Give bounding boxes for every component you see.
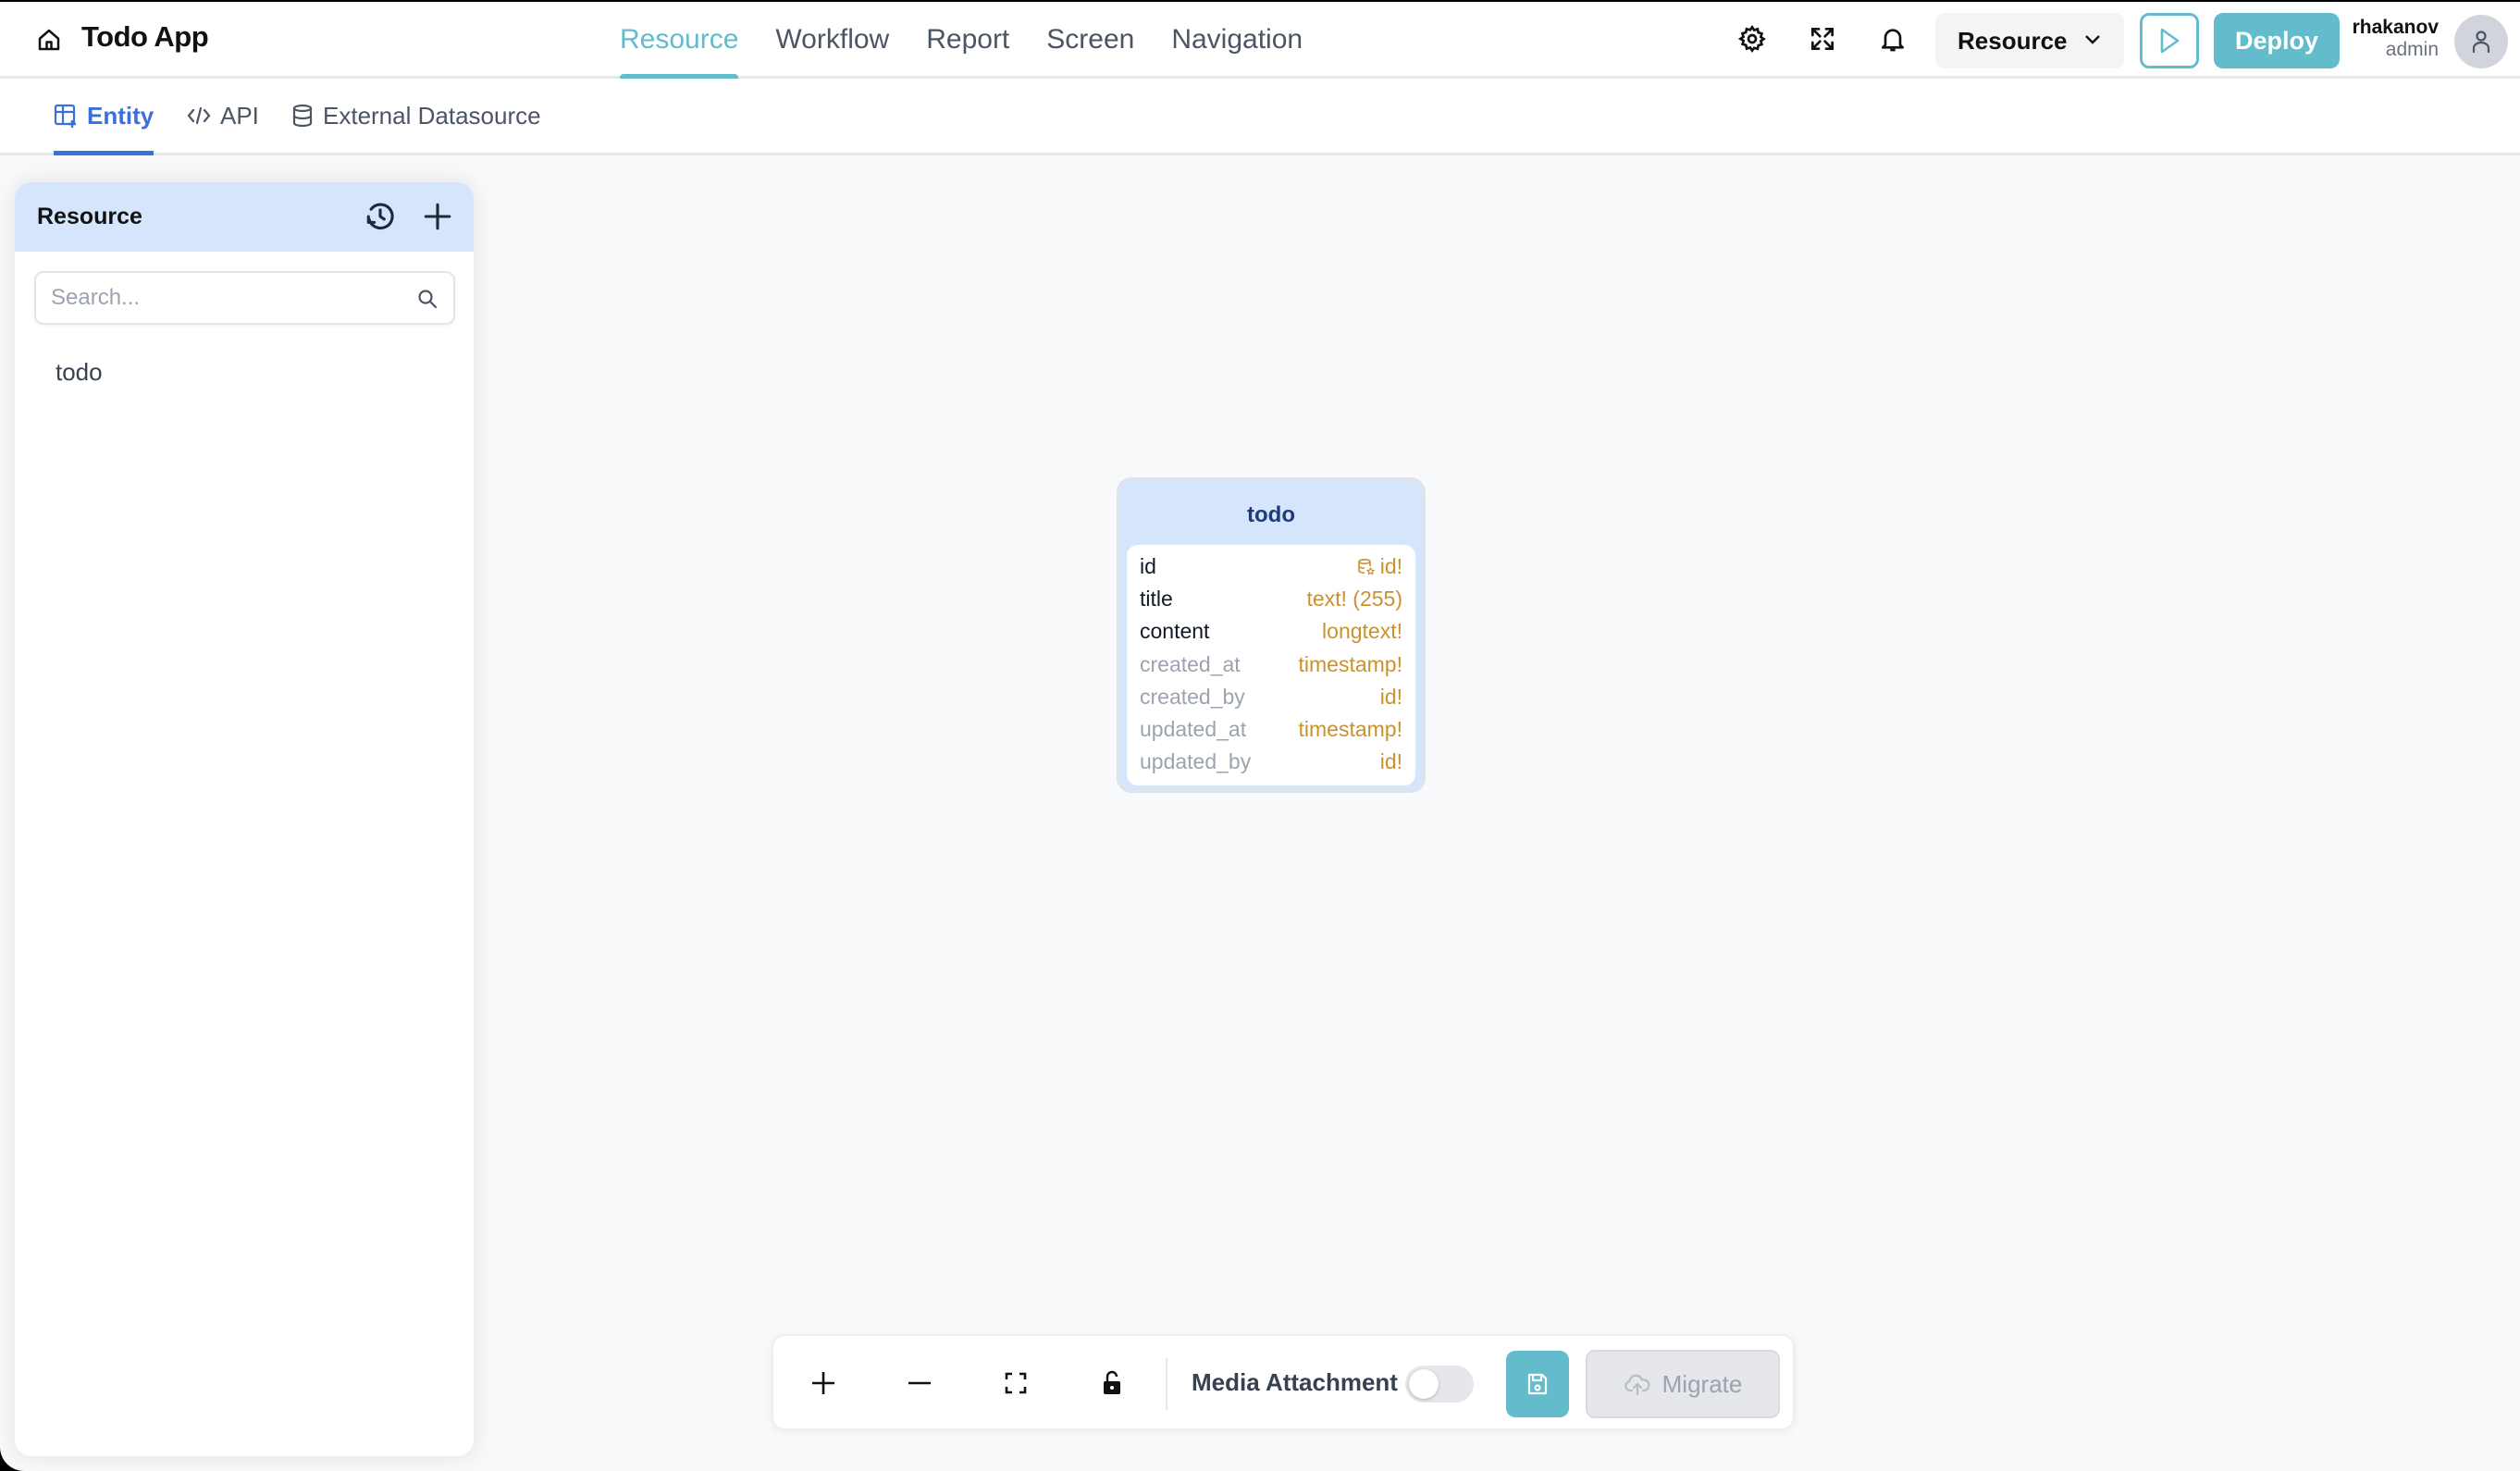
- resource-select[interactable]: Resource: [1935, 13, 2124, 68]
- minus-icon: [908, 1381, 931, 1385]
- nav-navigation[interactable]: Navigation: [1171, 2, 1303, 79]
- field-type: id!: [1379, 554, 1402, 579]
- run-button[interactable]: [2140, 13, 2199, 68]
- field-type: longtext!: [1322, 619, 1402, 644]
- resource-select-value: Resource: [1958, 26, 2068, 55]
- primary-key-icon: [1357, 558, 1376, 575]
- zoom-out-button[interactable]: [903, 1366, 936, 1400]
- gear-icon[interactable]: [1737, 24, 1767, 54]
- fit-view-icon: [1005, 1372, 1027, 1394]
- field-name: content: [1140, 619, 1210, 644]
- fit-view-button[interactable]: [999, 1366, 1032, 1400]
- cloud-upload-icon: [1624, 1374, 1650, 1396]
- sidebar-header: Resource: [15, 182, 474, 252]
- search-icon[interactable]: [416, 288, 439, 310]
- zoom-in-button[interactable]: [807, 1366, 840, 1400]
- field-type: id!: [1379, 749, 1402, 774]
- entity-field[interactable]: title text! (255): [1140, 583, 1402, 615]
- lock-button[interactable]: [1095, 1366, 1129, 1400]
- field-name: title: [1140, 587, 1173, 612]
- resource-sidebar: Resource todo: [15, 182, 474, 1456]
- home-icon[interactable]: [35, 26, 63, 54]
- field-type: id!: [1379, 684, 1402, 709]
- search-input[interactable]: [36, 273, 388, 323]
- app-window: Todo App Resource Workflow Report Screen…: [0, 2, 2520, 1471]
- bell-icon[interactable]: [1878, 24, 1908, 54]
- add-icon[interactable]: [422, 201, 453, 232]
- toggle-knob: [1409, 1369, 1439, 1399]
- user-icon: [2472, 31, 2490, 54]
- app-title: Todo App: [81, 20, 209, 53]
- canvas-toolbar: Media Attachment Migrate: [772, 1334, 1795, 1430]
- media-attachment-label: Media Attachment: [1192, 1368, 1398, 1396]
- deploy-button[interactable]: Deploy: [2214, 13, 2340, 68]
- entity-field[interactable]: id id!: [1140, 550, 1402, 583]
- tab-external-datasource-label: External Datasource: [323, 101, 541, 130]
- entity-card-todo[interactable]: todo id id! title text! (255) content lo…: [1117, 477, 1426, 793]
- avatar[interactable]: [2454, 15, 2508, 68]
- sidebar-title: Resource: [37, 204, 142, 229]
- save-icon: [1527, 1373, 1548, 1395]
- field-name: created_at: [1140, 651, 1241, 676]
- table-plus-icon: [54, 104, 76, 128]
- database-icon: [292, 104, 313, 128]
- field-name: updated_at: [1140, 717, 1247, 742]
- history-icon[interactable]: [364, 201, 396, 232]
- tab-api[interactable]: API: [187, 79, 259, 153]
- unlock-icon: [1104, 1370, 1120, 1394]
- entity-title: todo: [1247, 502, 1295, 527]
- tab-entity[interactable]: Entity: [54, 79, 154, 155]
- entity-field[interactable]: updated_by id!: [1140, 746, 1402, 778]
- field-name: updated_by: [1140, 749, 1252, 774]
- user-role: admin: [2385, 39, 2439, 60]
- expand-icon[interactable]: [1808, 24, 1837, 54]
- entity-fields: id id! title text! (255) content longtex…: [1127, 545, 1415, 785]
- entity-field[interactable]: updated_at timestamp!: [1140, 713, 1402, 746]
- code-icon: [187, 106, 211, 125]
- sub-tabs: Entity API External Datasource: [0, 79, 2520, 155]
- sidebar-item-todo[interactable]: todo: [56, 358, 103, 387]
- main-nav: Resource Workflow Report Screen Navigati…: [620, 2, 1340, 81]
- user-name: rhakanov: [2352, 17, 2439, 38]
- nav-report[interactable]: Report: [926, 2, 1009, 79]
- field-type: timestamp!: [1298, 651, 1402, 676]
- migrate-button[interactable]: Migrate: [1586, 1350, 1780, 1418]
- tab-entity-label: Entity: [87, 101, 154, 130]
- nav-screen[interactable]: Screen: [1046, 2, 1134, 79]
- nav-resource[interactable]: Resource: [620, 2, 739, 81]
- field-name: id: [1140, 554, 1156, 579]
- entity-field[interactable]: created_by id!: [1140, 681, 1402, 713]
- field-name: created_by: [1140, 684, 1245, 709]
- tab-external-datasource[interactable]: External Datasource: [291, 79, 541, 153]
- media-attachment-toggle[interactable]: [1405, 1366, 1474, 1403]
- sidebar-search: [34, 271, 455, 325]
- field-type: text! (255): [1306, 587, 1402, 612]
- nav-workflow[interactable]: Workflow: [775, 2, 889, 79]
- plus-icon: [812, 1372, 834, 1394]
- entity-field[interactable]: content longtext!: [1140, 615, 1402, 648]
- migrate-label: Migrate: [1661, 1369, 1743, 1398]
- tab-api-label: API: [220, 101, 259, 130]
- top-header: Todo App Resource Workflow Report Screen…: [0, 2, 2520, 81]
- field-type: timestamp!: [1298, 717, 1402, 742]
- toolbar-divider: [1166, 1358, 1167, 1410]
- chevron-down-icon: [2085, 35, 2100, 44]
- entity-field[interactable]: created_at timestamp!: [1140, 649, 1402, 681]
- save-button[interactable]: [1506, 1351, 1569, 1417]
- play-icon: [2160, 28, 2180, 54]
